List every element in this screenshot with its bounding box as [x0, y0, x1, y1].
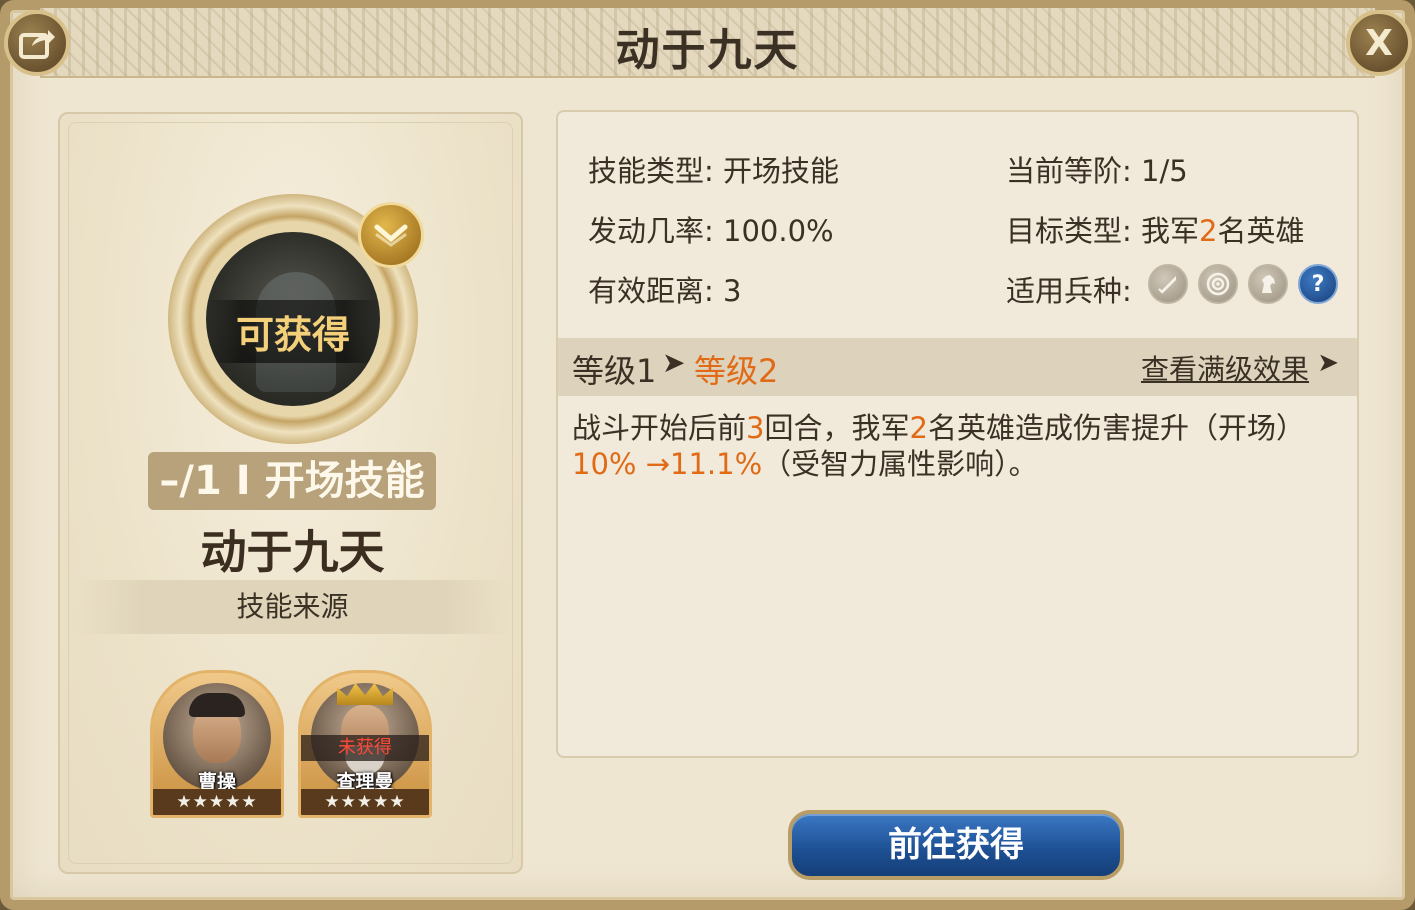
skill-overview-panel: 可获得 –/1 I 开场技能 动于九天 技能来源 曹操 ★★★★★ 未获得 查理… [58, 112, 523, 874]
dialog-title: 动于九天 [615, 25, 800, 76]
target-type-row: 目标类型: 我军2名英雄 [1006, 208, 1304, 250]
trigger-rate-value: 100.0% [723, 214, 834, 248]
desc-text: 回合，我军 [764, 411, 910, 445]
horse-icon[interactable] [1248, 264, 1288, 304]
skill-name: 动于九天 [200, 525, 385, 579]
desc-arrow: → [636, 447, 670, 481]
level-arrow-icon: ➤ [662, 346, 686, 379]
skill-source-header: 技能来源 [74, 580, 511, 634]
expand-button[interactable] [358, 202, 424, 268]
current-level: 等级1 [572, 352, 657, 390]
desc-text: 战斗开始后前 [572, 411, 747, 445]
obtainable-label: 可获得 [206, 300, 380, 363]
range-label: 有效距离: [588, 274, 714, 308]
current-rank-row: 当前等阶: 1/5 [1006, 148, 1188, 190]
skill-description: 战斗开始后前3回合，我军2名英雄造成伤害提升（开场） 10% →11.1%（受智力… [572, 410, 1342, 482]
view-max-level-link[interactable]: 查看满级效果 [1141, 348, 1309, 388]
target-type-label: 目标类型: [1006, 214, 1132, 248]
desc-rounds: 3 [746, 411, 765, 445]
desc-text: 名英雄造成伤害提升（开场） [927, 411, 1305, 445]
troop-type-row: 适用兵种: [1006, 268, 1132, 310]
share-icon [19, 30, 55, 59]
target-icon[interactable] [1198, 264, 1238, 304]
go-obtain-button[interactable]: 前往获得 [788, 810, 1124, 880]
skill-type-value: 开场技能 [723, 154, 840, 188]
hero-stars: ★★★★★ [153, 789, 281, 815]
help-glyph: ? [1311, 271, 1325, 297]
next-level: 等级2 [694, 352, 779, 390]
target-type-prefix: 我军 [1141, 214, 1200, 248]
troop-icons: ? [1148, 264, 1338, 304]
trigger-rate-label: 发动几率: [588, 214, 714, 248]
desc-text: （受智力属性影响）。 [762, 447, 1038, 481]
crown-icon [337, 683, 393, 705]
chevron-down-icon [374, 224, 408, 247]
hero-stars: ★★★★★ [301, 789, 429, 815]
close-button[interactable]: X [1346, 10, 1412, 76]
skill-type-row: 技能类型: 开场技能 [588, 148, 839, 190]
target-type-suffix: 名英雄 [1217, 214, 1305, 248]
sword-icon[interactable] [1148, 264, 1188, 304]
range-row: 有效距离: 3 [588, 268, 741, 310]
level-bar: 等级1 ➤ 等级2 查看满级效果 ➤ [558, 338, 1357, 396]
not-owned-label: 未获得 [301, 735, 429, 761]
current-rank-value: 1/5 [1141, 154, 1188, 188]
desc-value-to: 11.1% [670, 447, 763, 481]
share-button[interactable] [4, 10, 70, 76]
hero-card-charlemagne[interactable]: 未获得 查理曼 ★★★★★ [298, 670, 432, 818]
current-rank-label: 当前等阶: [1006, 154, 1132, 188]
skill-detail-panel: 技能类型: 开场技能 当前等阶: 1/5 发动几率: 100.0% 目标类型: … [556, 110, 1359, 758]
help-icon[interactable]: ? [1298, 264, 1338, 304]
desc-value-from: 10% [572, 447, 637, 481]
close-icon: X [1365, 22, 1393, 64]
trigger-rate-row: 发动几率: 100.0% [588, 208, 834, 250]
view-max-arrow-icon[interactable]: ➤ [1317, 348, 1339, 378]
skill-type-tag: –/1 I 开场技能 [148, 452, 436, 510]
range-value: 3 [723, 274, 742, 308]
desc-hero-count: 2 [909, 411, 928, 445]
hero-hair [189, 693, 245, 717]
troop-type-label: 适用兵种: [1006, 274, 1132, 308]
skill-type-label: 技能类型: [588, 154, 714, 188]
target-type-count: 2 [1199, 214, 1218, 248]
skill-icon: 可获得 [206, 232, 380, 406]
hero-card-caocao[interactable]: 曹操 ★★★★★ [150, 670, 284, 818]
